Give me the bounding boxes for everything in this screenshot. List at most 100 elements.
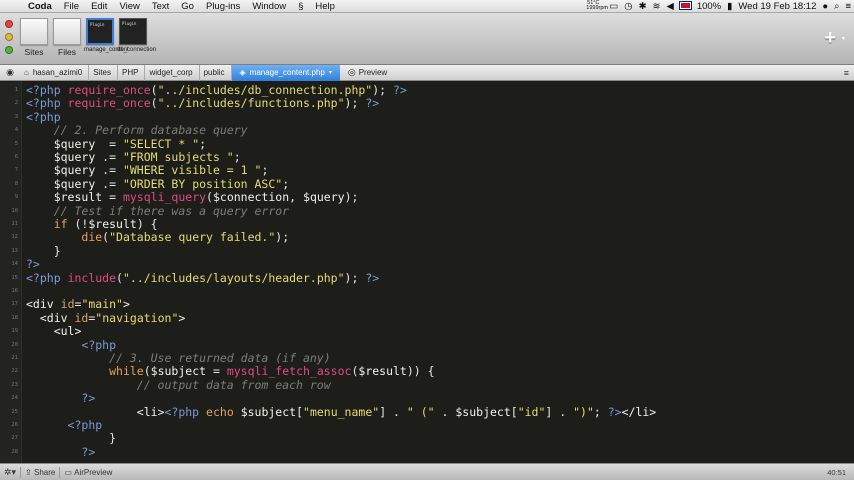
php-close-tag: ?> [81,444,96,459]
menu-edit[interactable]: Edit [85,1,113,12]
breadcrumb-widget-corp[interactable]: widget_corp [145,64,200,81]
menu-text[interactable]: Text [146,1,175,12]
db-connection-thumb: Plugin [119,18,147,45]
code-function: require_once [67,96,151,111]
breadcrumb-php[interactable]: PHP [118,64,146,81]
code-variable: $subject [150,364,207,379]
code-line: <?php include("../includes/layouts/heade… [26,270,380,285]
line-number: 28 [11,448,18,455]
status-bar: ✲▾ ⇪ Share ▭ AirPreview 40:51 [0,463,854,480]
code-line: <?php [26,110,61,124]
preview-label: Preview [358,68,388,77]
breadcrumb-current-file[interactable]: ◈ manage_content.php ▾ [231,64,340,81]
battery-icon[interactable]: ▮ [724,1,735,12]
code-line: $result = mysqli_query($connection, $que… [53,190,359,205]
code-string: "menu_name" [303,404,380,419]
line-number: 15 [11,274,18,281]
preview-button[interactable]: ◎ Preview [340,67,387,78]
new-tab-plus-icon[interactable]: + [824,28,836,48]
sites-button[interactable]: Sites [18,18,50,57]
code-line: <?php [26,337,117,352]
line-number: 14 [11,261,18,268]
menu-view[interactable]: View [113,1,145,12]
code-variable: $subject [240,404,297,419]
current-file-label: manage_content.php [249,68,325,77]
php-open-tag: <?php [67,418,103,432]
timer-icon[interactable]: ◷ [621,1,635,12]
editor-options-icon[interactable]: ≡ [844,68,849,78]
php-open-tag: <?php [81,337,117,352]
line-number: 8 [14,180,18,187]
breadcrumb-user[interactable]: ⌂ hasan_azimi0 [20,64,90,81]
line-number: 7 [14,167,18,174]
manage-content-thumb: Plugin [86,18,114,45]
line-number-gutter: 1 2 3 4 5 6 7 8 9 10 11 12 13 14 15 16 1… [0,82,22,463]
share-icon: ⇪ [25,467,32,477]
code-line: <div id="navigation"> [39,310,186,325]
tab2-label: db_connection [117,47,157,53]
battery-label[interactable]: 100% [694,1,724,12]
volume-icon[interactable]: ◀ [664,1,677,12]
tab-db-connection[interactable]: Plugin db_connection [117,18,157,54]
user-icon[interactable]: ● [819,1,831,12]
breadcrumb-sites[interactable]: Sites [89,64,119,81]
code-editor[interactable]: 1 2 3 4 5 6 7 8 9 10 11 12 13 14 15 16 1… [0,82,854,463]
html-tag: <div [39,310,68,325]
menu-help[interactable]: Help [309,1,341,12]
code-line: <?php [26,418,103,432]
flag-icon[interactable] [677,0,694,12]
line-number: 20 [11,341,18,348]
code-variable: $query [53,136,96,151]
menu-go[interactable]: Go [175,1,200,12]
line-number: 1 [14,87,18,93]
code-string: "id" [517,404,546,419]
menu-window[interactable]: Window [246,1,292,12]
php-open-tag: <?php [164,404,200,419]
line-number: 19 [11,328,18,335]
wifi-icon[interactable]: ≋ [650,1,664,12]
close-window-icon[interactable] [5,20,13,28]
code-keyword: die [81,230,103,245]
script-menu-icon[interactable]: § [292,1,309,12]
tab-manage-content[interactable]: Plugin manage_content [84,18,129,54]
code-line: $query .= "WHERE visible = 1 "; [53,163,269,178]
html-tag: <div [26,297,54,312]
airpreview-button[interactable]: ▭ AirPreview [60,468,116,477]
code-variable: $result [53,190,103,205]
menu-app-name[interactable]: Coda [22,1,58,12]
code-variable: $query [53,163,96,178]
display-icon[interactable]: ▭ [606,1,621,12]
code-line: while($subject = mysqli_fetch_assoc($res… [109,364,435,379]
line-number: 24 [11,395,18,402]
line-number: 4 [14,127,18,134]
clock[interactable]: Wed 19 Feb 18:12 [735,1,819,12]
line-number: 3 [14,113,18,120]
weather-widget[interactable]: 51°C 1999rpm [580,0,608,11]
code-string: "../includes/layouts/header.php" [122,270,345,285]
code-comment: // output data from each row [136,377,331,392]
files-button[interactable]: Files [51,18,83,57]
zoom-window-icon[interactable] [5,46,13,54]
minimize-window-icon[interactable] [5,33,13,41]
share-button[interactable]: ⇪ Share [21,468,59,477]
gear-icon[interactable]: ✲▾ [0,467,20,478]
home-icon: ⌂ [24,68,29,77]
sites-label: Sites [24,47,44,57]
path-bar: ◉ ⌂ hasan_azimi0 Sites PHP widget_corp pu… [0,64,854,81]
share-label: Share [34,467,56,477]
code-comment: // Test if there was a query error [53,203,290,218]
menu-plugins[interactable]: Plug-ins [200,1,246,12]
bluetooth-icon[interactable]: ✱ [636,1,650,12]
menu-file[interactable]: File [58,1,85,12]
menu-bar: Coda File Edit View Text Go Plug-ins Win… [0,0,854,13]
spotlight-icon[interactable]: ⌕ [831,1,842,12]
code-variable: $query [53,176,96,191]
toggle-sidebar-icon[interactable]: ◉ [0,67,20,78]
notification-icon[interactable]: ≡ [842,1,854,12]
php-open-tag: <?php [26,83,61,97]
breadcrumb-public[interactable]: public [200,64,232,81]
code-line: if (!$result) { [53,217,158,231]
chevron-down-icon: ▾ [328,70,332,76]
chevron-down-icon[interactable]: ▾ [842,35,845,42]
html-tag: <li> [136,404,165,419]
